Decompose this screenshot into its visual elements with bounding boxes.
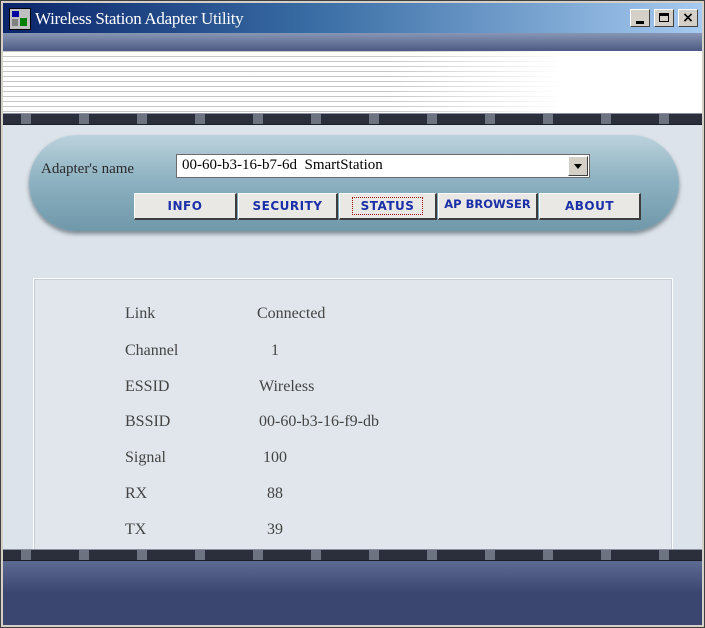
tab-status-label: STATUS xyxy=(351,197,424,215)
adapter-name-label: Adapter's name xyxy=(41,161,135,177)
adapter-select[interactable]: 00-60-b3-16-b7-6d SmartStation xyxy=(176,154,590,178)
tab-about[interactable]: ABOUT xyxy=(539,193,641,220)
signal-label: Signal xyxy=(125,449,166,466)
link-label: Link xyxy=(125,305,156,322)
essid-value: Wireless xyxy=(259,378,315,395)
tab-security[interactable]: SECURITY xyxy=(238,193,338,220)
tab-ap-browser[interactable]: AP BROWSER xyxy=(438,193,538,220)
app-window: Wireless Station Adapter Utility × Adapt… xyxy=(0,0,705,628)
tab-info[interactable]: INFO xyxy=(134,193,237,220)
signal-value: 100 xyxy=(263,449,287,466)
channel-value: 1 xyxy=(271,342,279,359)
tab-status[interactable]: STATUS xyxy=(339,193,437,220)
dropdown-button[interactable] xyxy=(568,156,588,176)
adapter-select-value: 00-60-b3-16-b7-6d SmartStation xyxy=(182,157,383,173)
divider-top xyxy=(3,113,702,125)
tx-label: TX xyxy=(125,521,147,538)
rx-label: RX xyxy=(125,485,148,502)
network-app-icon[interactable] xyxy=(9,8,31,30)
rx-value: 88 xyxy=(267,485,283,502)
essid-label: ESSID xyxy=(125,378,170,395)
bssid-label: BSSID xyxy=(125,413,171,430)
maximize-icon xyxy=(659,13,669,22)
footer-band xyxy=(3,561,702,625)
close-button[interactable]: × xyxy=(678,9,698,27)
tx-value: 39 xyxy=(267,521,283,538)
banner-area xyxy=(3,51,702,113)
divider-bottom xyxy=(3,549,702,561)
link-value: Connected xyxy=(257,305,326,322)
window-title: Wireless Station Adapter Utility xyxy=(35,9,244,28)
bssid-value: 00-60-b3-16-f9-db xyxy=(259,413,379,430)
minimize-button[interactable] xyxy=(630,9,650,27)
title-bar[interactable]: Wireless Station Adapter Utility × xyxy=(3,3,702,33)
chevron-down-icon xyxy=(574,164,582,169)
maximize-button[interactable] xyxy=(654,9,674,27)
channel-label: Channel xyxy=(125,342,179,359)
header-band xyxy=(3,33,702,51)
close-icon: × xyxy=(682,10,694,26)
client-area: Adapter's name 00-60-b3-16-b7-6d SmartSt… xyxy=(3,33,702,625)
minimize-icon xyxy=(636,21,644,24)
